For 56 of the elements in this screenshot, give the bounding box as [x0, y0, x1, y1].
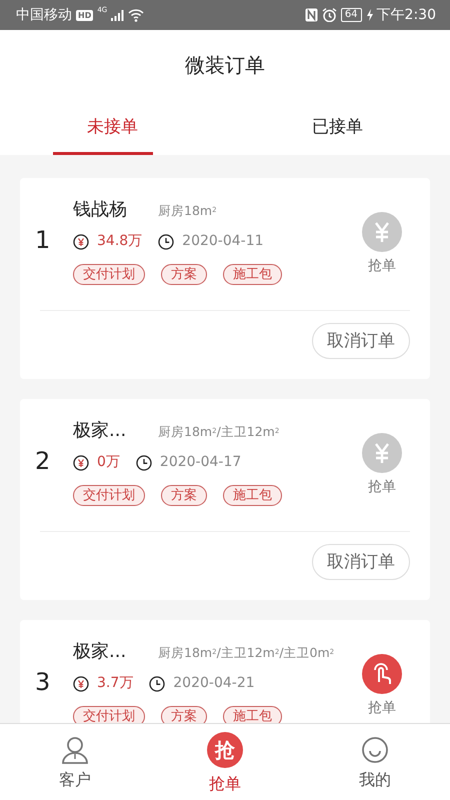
- price-amount: 34.8万: [97, 232, 142, 251]
- tag: 方案: [161, 264, 207, 285]
- carrier-name: 中国移动: [16, 6, 72, 24]
- clock-icon: [136, 454, 152, 470]
- tag: 交付计划: [73, 264, 145, 285]
- nav-tab[interactable]: 我的: [300, 724, 450, 800]
- page-title: 微装订单: [185, 52, 265, 79]
- grab-label: 抢单: [368, 479, 396, 496]
- clock-icon: [149, 676, 166, 692]
- order-date: 2020-04-21: [173, 674, 255, 693]
- customer-name: 钱战杨: [73, 198, 128, 222]
- order-number: 3: [35, 667, 52, 698]
- clock-icon: [158, 234, 174, 250]
- yen-icon: [73, 676, 89, 692]
- room-areas: 厨房18m$^{2}$/主卫12m$^{2}$/主卫0m$^{2}$: [158, 644, 334, 663]
- person-icon: [61, 736, 89, 764]
- price-amount: 0万: [97, 453, 120, 472]
- grab-badge: 抢: [207, 732, 243, 768]
- smile-icon: [361, 736, 389, 764]
- tab[interactable]: 未接单: [0, 100, 225, 155]
- tag: 方案: [161, 706, 207, 723]
- tag: 交付计划: [73, 706, 145, 723]
- charging-icon: [366, 9, 373, 21]
- order-date: 2020-04-11: [182, 232, 264, 251]
- price-amount: 3.7万: [97, 674, 134, 693]
- nfc-icon: [304, 8, 318, 22]
- grab-label: 抢单: [368, 700, 396, 717]
- alarm-icon: [322, 8, 337, 22]
- yen-icon: [73, 454, 89, 470]
- nav-tab[interactable]: 抢 抢单: [150, 724, 300, 800]
- battery-level: 64: [340, 8, 362, 22]
- tag: 施工包: [223, 485, 282, 506]
- tab[interactable]: 已接单: [225, 100, 450, 155]
- order-date: 2020-04-17: [160, 453, 242, 472]
- order-number: 1: [35, 225, 52, 256]
- room-areas: 厨房18m$^{2}$/主卫12m$^{2}$: [158, 423, 280, 442]
- order-number: 2: [35, 446, 52, 477]
- tag: 施工包: [223, 264, 282, 285]
- customer-name: 极家...: [73, 640, 128, 664]
- yen-icon[interactable]: [362, 212, 402, 252]
- yen-icon[interactable]: [362, 433, 402, 473]
- nav-tab[interactable]: 客户: [0, 724, 150, 800]
- grab-label: 抢单: [368, 258, 396, 275]
- cancel-order-button[interactable]: 取消订单: [312, 323, 410, 359]
- tag: 交付计划: [73, 485, 145, 506]
- yen-icon: [73, 234, 89, 250]
- signal-icon: [111, 10, 124, 20]
- hd-indicator: HD: [76, 10, 94, 20]
- tag: 方案: [161, 485, 207, 506]
- customer-name: 极家...: [73, 419, 128, 443]
- room-areas: 厨房18m$^{2}$: [158, 202, 217, 221]
- tag: 施工包: [223, 706, 282, 723]
- wifi-icon: [128, 8, 144, 22]
- tap-icon[interactable]: [362, 654, 402, 694]
- status-time: 下午2:30: [376, 6, 436, 24]
- cancel-order-button[interactable]: 取消订单: [312, 544, 410, 580]
